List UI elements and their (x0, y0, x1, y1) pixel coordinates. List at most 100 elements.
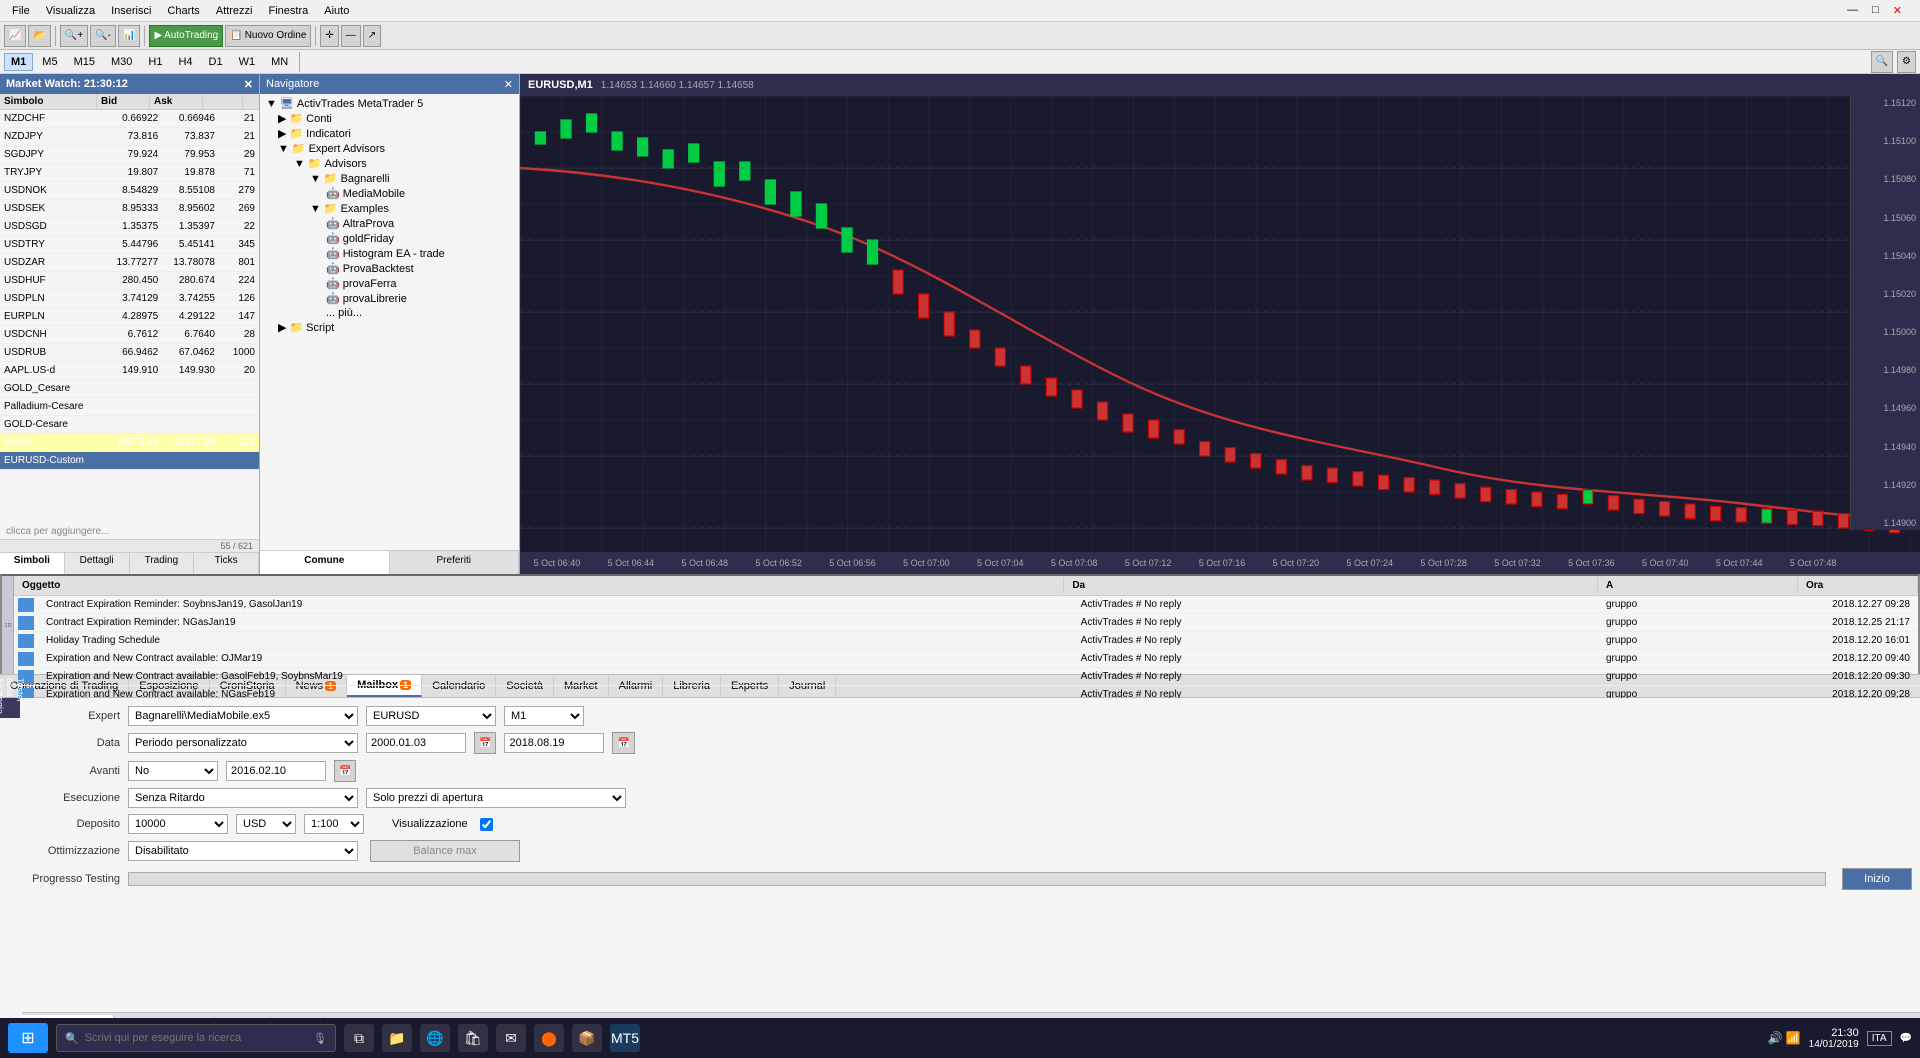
mw-row-usdpln[interactable]: USDPLN 3.74129 3.74255 126 (0, 290, 259, 308)
st-forward-date-btn[interactable]: 📅 (334, 760, 356, 782)
indicators-btn[interactable]: 📊 (118, 25, 140, 47)
app-btn-1[interactable]: 📦 (572, 1024, 602, 1052)
mb-row-0[interactable]: Contract Expiration Reminder: SoybnsJan1… (14, 596, 1918, 614)
mw-row-ger30[interactable]: Ger30 10873.49 10874.68 119 (0, 434, 259, 452)
store-btn[interactable]: 🛍 (458, 1024, 488, 1052)
nav-provalibrerie[interactable]: 🤖provaLibrerie (262, 291, 517, 306)
mw-row-goldcesare[interactable]: GOLD_Cesare (0, 380, 259, 398)
nav-tab-comune[interactable]: Comune (260, 551, 390, 574)
mw-row-nzdchf[interactable]: NZDCHF 0.66922 0.66946 21 (0, 110, 259, 128)
nav-advisors[interactable]: ▼📁Advisors (262, 156, 517, 171)
microphone-icon[interactable]: 🎙 (313, 1032, 327, 1045)
mw-row-eurpln[interactable]: EURPLN 4.28975 4.29122 147 (0, 308, 259, 326)
mw-tab-simboli[interactable]: Simboli (0, 553, 65, 574)
maximize-btn[interactable]: □ (1866, 4, 1885, 17)
nav-bagnarelli[interactable]: ▼📁Bagnarelli (262, 171, 517, 186)
mw-row-palladiumcesare[interactable]: Palladium-Cesare (0, 398, 259, 416)
st-deposit-select[interactable]: 10000 (128, 814, 228, 834)
mw-tab-dettagli[interactable]: Dettagli (65, 553, 130, 574)
new-chart-btn[interactable]: 📈 (4, 25, 26, 47)
nav-script[interactable]: ▶📁Script (262, 320, 517, 335)
st-timeframe-select[interactable]: M1 (504, 706, 584, 726)
menu-attrezzi[interactable]: Attrezzi (208, 3, 261, 19)
mw-row-sgdjpy[interactable]: SGDJPY 79.924 79.953 29 (0, 146, 259, 164)
nav-provabacktest[interactable]: 🤖ProvaBacktest (262, 261, 517, 276)
tf-w1[interactable]: W1 (232, 53, 263, 71)
search-btn[interactable]: 🔍 (1871, 51, 1893, 73)
mw-row-goldcesare[interactable]: GOLD-Cesare (0, 416, 259, 434)
st-date-to[interactable] (504, 733, 604, 753)
nav-indicatori[interactable]: ▶📁Indicatori (262, 126, 517, 141)
nav-piu[interactable]: ...più... (262, 306, 517, 320)
notification-btn[interactable]: 💬 (1900, 1033, 1912, 1044)
mw-row-usdzar[interactable]: USDZAR 13.77277 13.78078 801 (0, 254, 259, 272)
tf-m30[interactable]: M30 (104, 53, 139, 71)
mb-row-2[interactable]: Holiday Trading Schedule ActivTrades # N… (14, 632, 1918, 650)
tf-m5[interactable]: M5 (35, 53, 64, 71)
start-button[interactable]: ⊞ (8, 1023, 48, 1053)
tf-m15[interactable]: M15 (67, 53, 102, 71)
st-date-from-btn[interactable]: 📅 (474, 732, 496, 754)
nav-provaferra[interactable]: 🤖provaFerra (262, 276, 517, 291)
nav-tab-preferiti[interactable]: Preferiti (390, 551, 520, 574)
mw-tab-ticks[interactable]: Ticks (194, 553, 259, 574)
autotrading-btn[interactable]: ▶ AutoTrading (149, 25, 223, 47)
navigator-close[interactable]: ✕ (504, 78, 513, 91)
tf-d1[interactable]: D1 (202, 53, 230, 71)
tf-m1[interactable]: M1 (4, 53, 33, 71)
zoom-in-btn[interactable]: 🔍+ (60, 25, 88, 47)
mw-row-usdrub[interactable]: USDRUB 66.9462 67.0462 1000 (0, 344, 259, 362)
market-watch-close[interactable]: ✕ (244, 78, 253, 91)
crosshair-btn[interactable]: ✛ (320, 25, 338, 47)
st-date-to-btn[interactable]: 📅 (612, 732, 634, 754)
st-forward-select[interactable]: No (128, 761, 218, 781)
st-balance-btn[interactable]: Balance max (370, 840, 520, 862)
mw-row-usdsgd[interactable]: USDSGD 1.35375 1.35397 22 (0, 218, 259, 236)
edge-btn[interactable]: 🌐 (420, 1024, 450, 1052)
task-view-btn[interactable]: ⧉ (344, 1024, 374, 1052)
file-explorer-btn[interactable]: 📁 (382, 1024, 412, 1052)
menu-inserisci[interactable]: Inserisci (103, 3, 159, 19)
close-btn[interactable]: ✕ (1887, 4, 1908, 17)
nav-examples[interactable]: ▼📁Examples (262, 201, 517, 216)
mw-row-usdsek[interactable]: USDSEK 8.95333 8.95602 269 (0, 200, 259, 218)
st-price-select[interactable]: Solo prezzi di apertura (366, 788, 626, 808)
line-btn[interactable]: — (341, 25, 361, 47)
mw-row-tryjpy[interactable]: TRYJPY 19.807 19.878 71 (0, 164, 259, 182)
st-symbol-select[interactable]: EURUSD (366, 706, 496, 726)
nav-conti[interactable]: ▶📁Conti (262, 111, 517, 126)
new-order-btn[interactable]: 📋 Nuovo Ordine (225, 25, 311, 47)
st-forward-date[interactable] (226, 761, 326, 781)
st-viz-checkbox[interactable] (480, 818, 493, 831)
mw-row-nzdjpy[interactable]: NZDJPY 73.816 73.837 21 (0, 128, 259, 146)
nav-expert-advisors[interactable]: ▼📁Expert Advisors (262, 141, 517, 156)
st-date-from[interactable] (366, 733, 466, 753)
mb-row-4[interactable]: Expiration and New Contract available: G… (14, 668, 1918, 686)
arrow-btn[interactable]: ↗ (363, 25, 381, 47)
chart-canvas[interactable]: 1.15120 1.15100 1.15080 1.15060 1.15040 … (520, 96, 1920, 552)
nav-goldfriday[interactable]: 🤖goldFriday (262, 231, 517, 246)
tf-mn[interactable]: MN (264, 53, 295, 71)
menu-visualizza[interactable]: Visualizza (38, 3, 103, 19)
minimize-btn[interactable]: — (1841, 4, 1864, 17)
settings-btn[interactable]: ⚙ (1897, 51, 1916, 73)
nav-altraprova[interactable]: 🤖AltraProva (262, 216, 517, 231)
st-leverage-select[interactable]: 1:100 (304, 814, 364, 834)
nav-root[interactable]: ▼🖥 ActivTrades MetaTrader 5 (262, 96, 517, 111)
mw-row-usdnok[interactable]: USDNOK 8.54829 8.55108 279 (0, 182, 259, 200)
nav-mediamobile[interactable]: 🤖MediaMobile (262, 186, 517, 201)
menu-aiuto[interactable]: Aiuto (316, 3, 357, 19)
mw-add-link[interactable]: clicca per aggiungere... (0, 524, 259, 539)
mw-row-usdcnh[interactable]: USDCNH 6.7612 6.7640 28 (0, 326, 259, 344)
tf-h1[interactable]: H1 (141, 53, 169, 71)
st-currency-select[interactable]: USD (236, 814, 296, 834)
chrome-btn[interactable]: ⬤ (534, 1024, 564, 1052)
mailbox-resize-handle[interactable]: ⠿ (3, 622, 12, 628)
st-expert-select[interactable]: Bagnarelli\MediaMobile.ex5 (128, 706, 358, 726)
taskbar-search-input[interactable] (85, 1032, 307, 1044)
mw-row-eurusdcustom[interactable]: EURUSD-Custom (0, 452, 259, 470)
tf-h4[interactable]: H4 (171, 53, 199, 71)
st-optim-select[interactable]: Disabilitato (128, 841, 358, 861)
mt5-btn[interactable]: MT5 (610, 1024, 640, 1052)
mw-tab-trading[interactable]: Trading (130, 553, 195, 574)
